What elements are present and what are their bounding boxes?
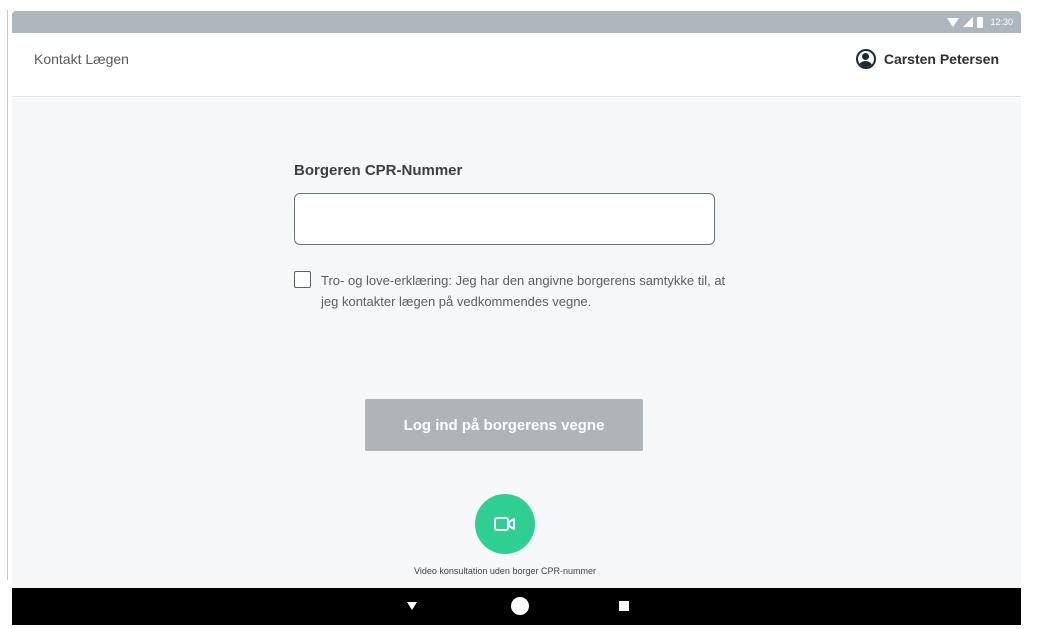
screenshot-frame: 12:30 Kontakt Lægen Carsten Petersen Bor…	[0, 0, 1040, 629]
user-menu[interactable]: Carsten Petersen	[855, 49, 999, 69]
frame-border	[7, 10, 8, 580]
status-bar: 12:30	[12, 11, 1021, 33]
signal-icon	[963, 17, 974, 27]
consent-text: Tro- og love-erklæring: Jeg har den angi…	[321, 273, 726, 309]
tablet-screen: 12:30 Kontakt Lægen Carsten Petersen Bor…	[12, 11, 1021, 625]
video-consultation-button[interactable]	[475, 494, 535, 554]
status-time: 12:30	[990, 17, 1013, 27]
home-circle-icon[interactable]	[511, 597, 529, 615]
cpr-input[interactable]	[294, 193, 715, 245]
login-button[interactable]: Log ind på borgerens vegne	[365, 399, 643, 451]
video-caption: Video konsultation uden borger CPR-numme…	[414, 566, 596, 576]
app-header: Kontakt Lægen Carsten Petersen	[12, 33, 1021, 97]
back-triangle-icon[interactable]	[407, 602, 417, 610]
android-nav-bar	[12, 588, 1021, 625]
user-name: Carsten Petersen	[883, 51, 999, 67]
main-content: Borgeren CPR-Nummer Tro- og love-erklæri…	[12, 98, 1021, 588]
recent-square-icon[interactable]	[619, 601, 629, 611]
consent-row: Tro- og love-erklæring: Jeg har den angi…	[294, 270, 734, 312]
video-camera-icon	[494, 517, 515, 531]
consent-checkbox[interactable]	[294, 271, 311, 288]
battery-icon	[977, 16, 984, 28]
status-icons: 12:30	[947, 14, 1013, 30]
wifi-icon	[947, 17, 960, 27]
user-circle-icon	[855, 49, 876, 69]
cpr-label: Borgeren CPR-Nummer	[294, 162, 463, 179]
app-title: Kontakt Lægen	[34, 51, 129, 67]
